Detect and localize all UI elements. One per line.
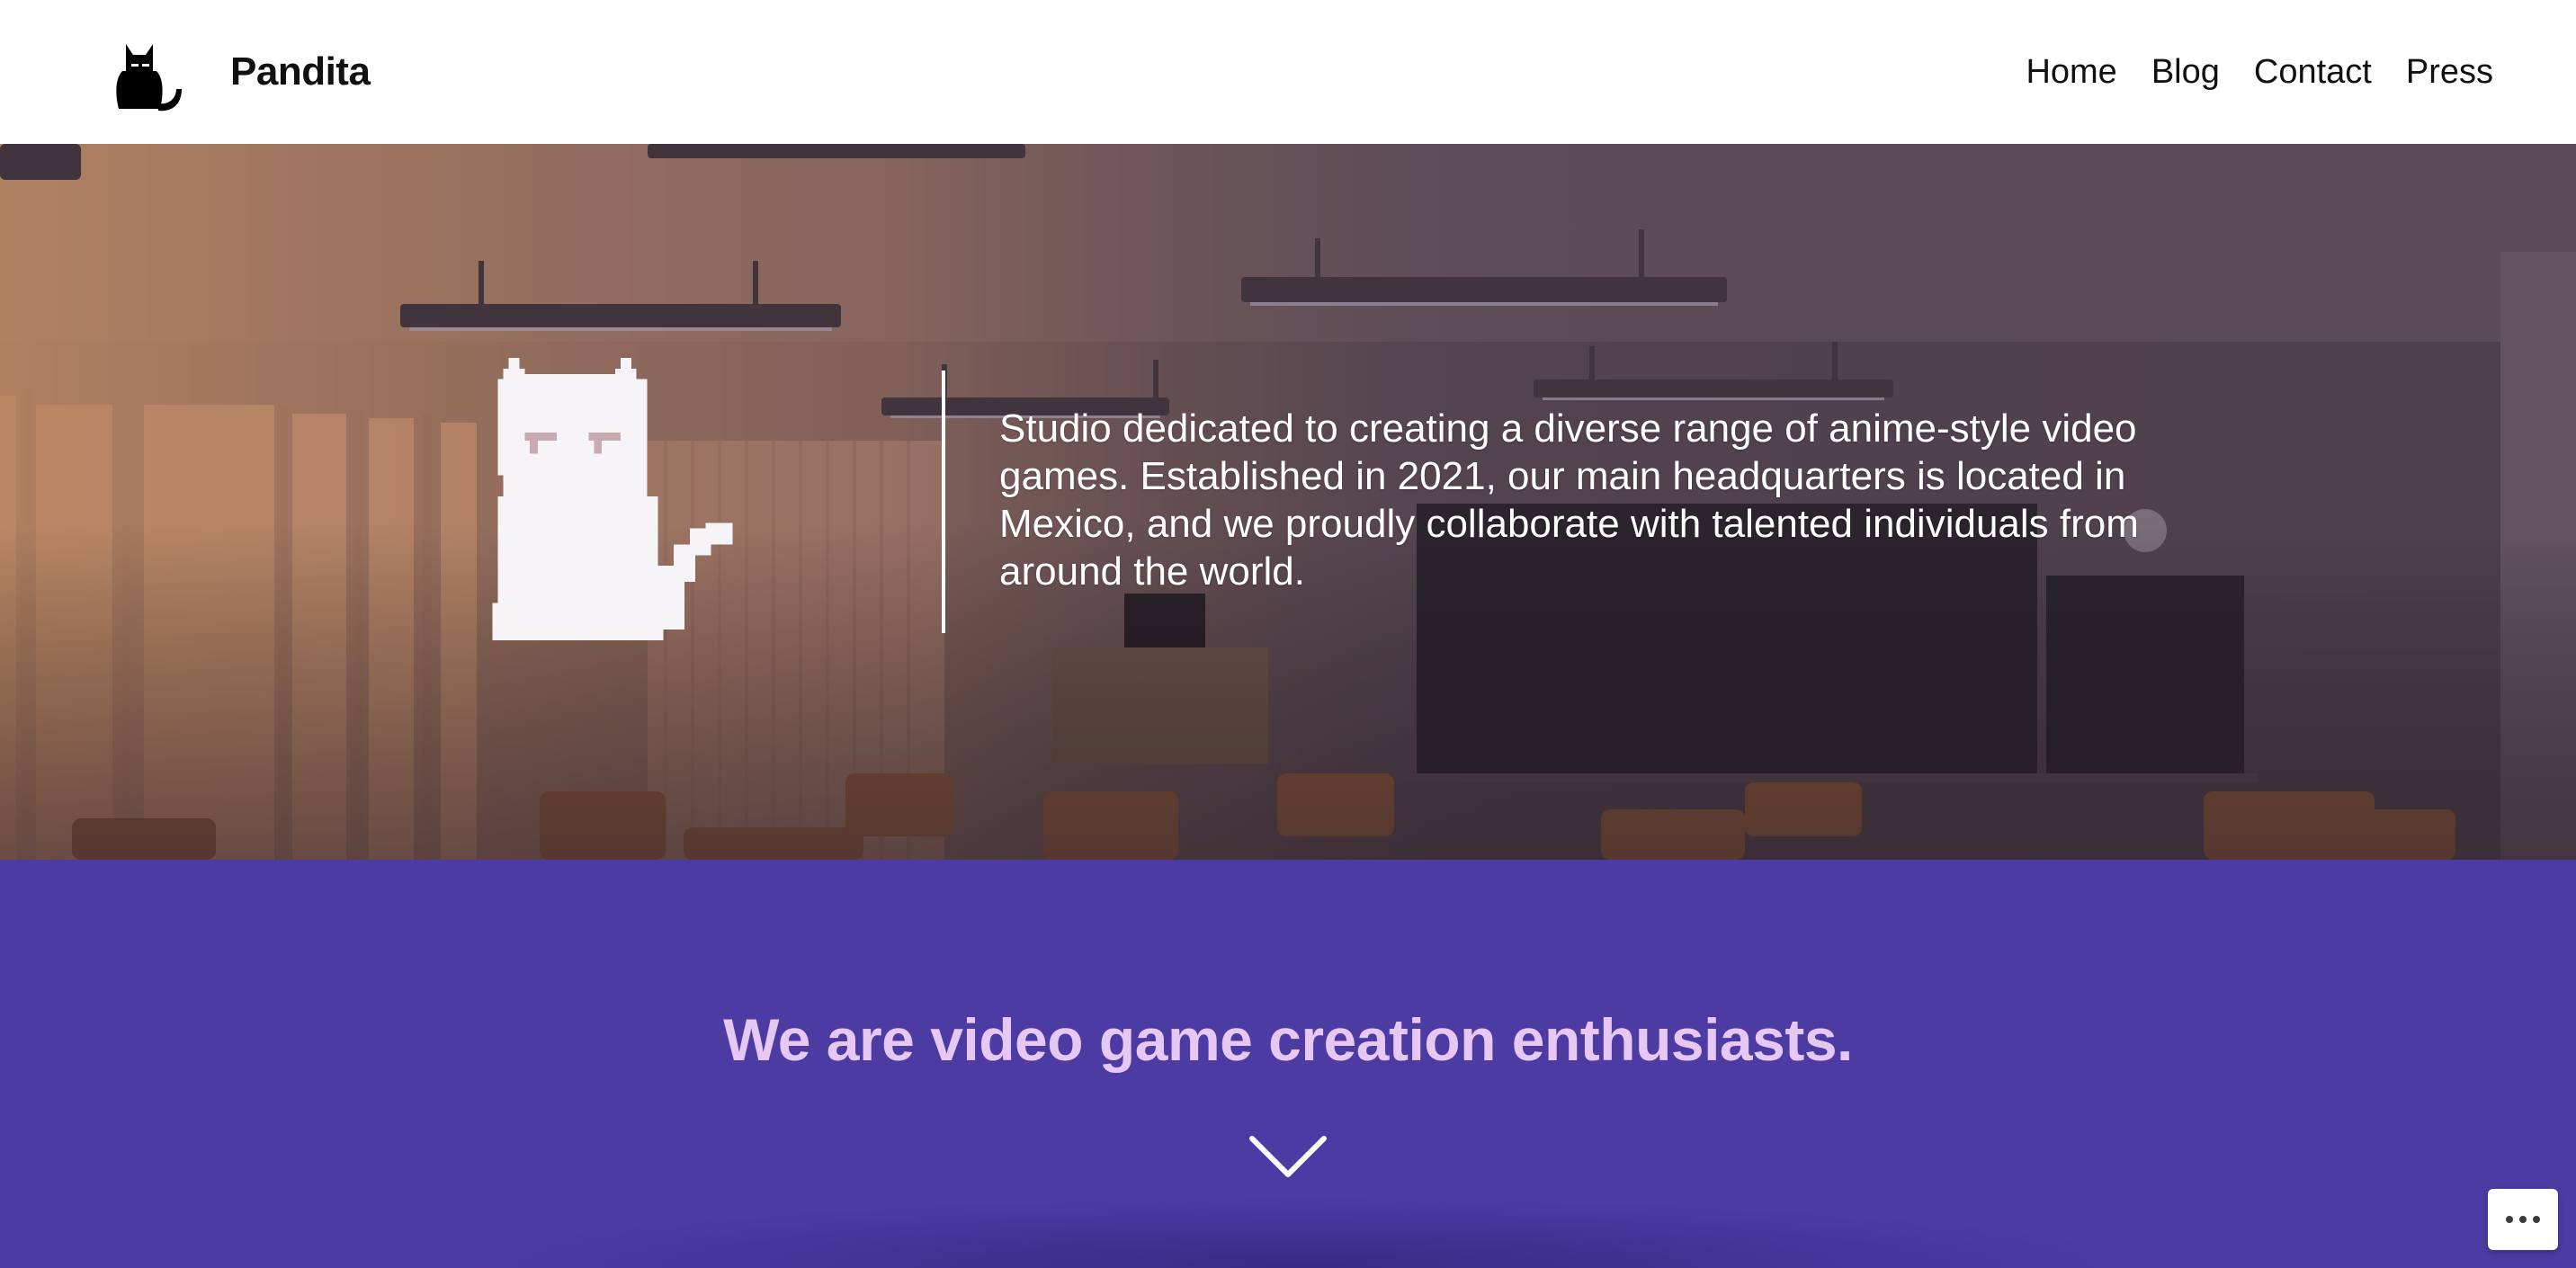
black-cat-logo-icon[interactable] <box>106 31 182 112</box>
more-options-icon <box>2519 1216 2527 1223</box>
main-nav: Home Blog Contact Press <box>2026 53 2493 92</box>
tagline-heading: We are video game creation enthusiasts. <box>723 1006 1853 1073</box>
more-options-button[interactable] <box>2488 1189 2558 1250</box>
nav-contact[interactable]: Contact <box>2254 53 2372 92</box>
more-options-icon <box>2506 1216 2513 1223</box>
hero-divider <box>942 371 945 633</box>
site-title[interactable]: Pandita <box>230 49 371 94</box>
studio-description: Studio dedicated to creating a diverse r… <box>999 406 2139 594</box>
nav-blog[interactable]: Blog <box>2151 53 2220 92</box>
more-options-icon <box>2533 1216 2540 1223</box>
site-header: Pandita Home Blog Contact Press <box>0 0 2576 144</box>
band-shadow <box>450 1196 2159 1268</box>
nav-press[interactable]: Press <box>2406 53 2493 92</box>
pixel-white-cat-icon <box>492 358 733 641</box>
nav-home[interactable]: Home <box>2026 53 2116 92</box>
hero-section: Studio dedicated to creating a diverse r… <box>0 144 2576 860</box>
chevron-down-icon[interactable] <box>1248 1135 1328 1180</box>
brand: Pandita <box>106 31 371 112</box>
